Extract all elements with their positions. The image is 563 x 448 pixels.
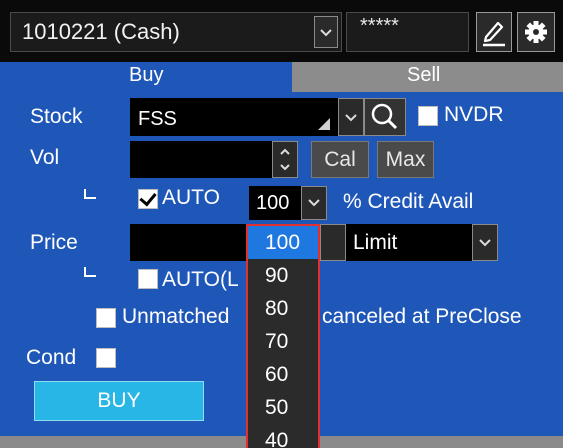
tab-sell-label: Sell	[407, 64, 441, 86]
credit-avail-label: % Credit Avail	[343, 190, 474, 213]
account-select-value: 1010221 (Cash)	[22, 19, 180, 44]
vol-input[interactable]	[130, 141, 272, 178]
pin-input-value: *****	[360, 15, 399, 37]
unmatched-cancel-checkbox[interactable]	[96, 308, 116, 328]
edit-icon	[483, 21, 505, 47]
nvdr-label: NVDR	[444, 103, 504, 126]
edit-button[interactable]	[476, 12, 512, 52]
order-type-value: Limit	[353, 231, 398, 254]
vol-label: Vol	[30, 146, 60, 169]
percent-option[interactable]: 100	[248, 226, 318, 259]
auto-limit-label: AUTO(L	[162, 268, 239, 291]
settings-button[interactable]	[517, 12, 555, 52]
account-dropdown-button[interactable]	[314, 16, 338, 48]
percent-option[interactable]: 90	[248, 259, 318, 292]
gear-icon	[525, 21, 547, 43]
percent-option[interactable]: 70	[248, 325, 318, 358]
chevron-down-icon	[320, 29, 332, 37]
chevron-down-icon	[345, 114, 357, 122]
auto-label: AUTO	[162, 186, 220, 209]
percent-option[interactable]: 80	[248, 292, 318, 325]
unmatched-label-left: Unmatched	[122, 305, 230, 328]
cond-checkbox[interactable]	[96, 348, 116, 368]
chevron-down-icon	[479, 239, 491, 247]
tree-connector	[84, 189, 96, 199]
resize-grip-icon	[318, 118, 330, 130]
unmatched-label-right: canceled at PreClose	[322, 305, 522, 328]
tab-buy-label: Buy	[129, 64, 164, 86]
max-button[interactable]: Max	[377, 141, 434, 178]
chevron-down-icon	[308, 199, 320, 207]
order-type-dropdown-button[interactable]	[472, 224, 498, 261]
percent-option[interactable]: 50	[248, 391, 318, 424]
stock-search-button[interactable]	[364, 98, 406, 136]
percent-dropdown-button[interactable]	[301, 186, 327, 220]
cal-button[interactable]: Cal	[311, 141, 369, 178]
percent-dropdown-list[interactable]: 100 90 80 70 60 50 40	[246, 224, 320, 448]
search-icon	[371, 103, 398, 130]
tree-connector	[84, 267, 96, 277]
stepper-arrows-icon	[280, 148, 290, 171]
percent-option[interactable]: 60	[248, 358, 318, 391]
percent-select-value: 100	[256, 192, 290, 214]
cond-label: Cond	[26, 346, 77, 369]
stock-input-value: FSS	[138, 108, 177, 130]
buy-button[interactable]: BUY	[34, 381, 204, 421]
nvdr-checkbox[interactable]	[418, 106, 438, 126]
price-stepper[interactable]	[320, 224, 346, 261]
auto-limit-checkbox[interactable]	[138, 269, 158, 289]
vol-stepper[interactable]	[272, 141, 298, 178]
percent-option[interactable]: 40	[248, 424, 318, 448]
price-label: Price	[30, 231, 78, 254]
stock-dropdown-button[interactable]	[338, 98, 364, 136]
stock-label: Stock	[30, 105, 83, 128]
auto-checkbox[interactable]	[138, 189, 158, 209]
